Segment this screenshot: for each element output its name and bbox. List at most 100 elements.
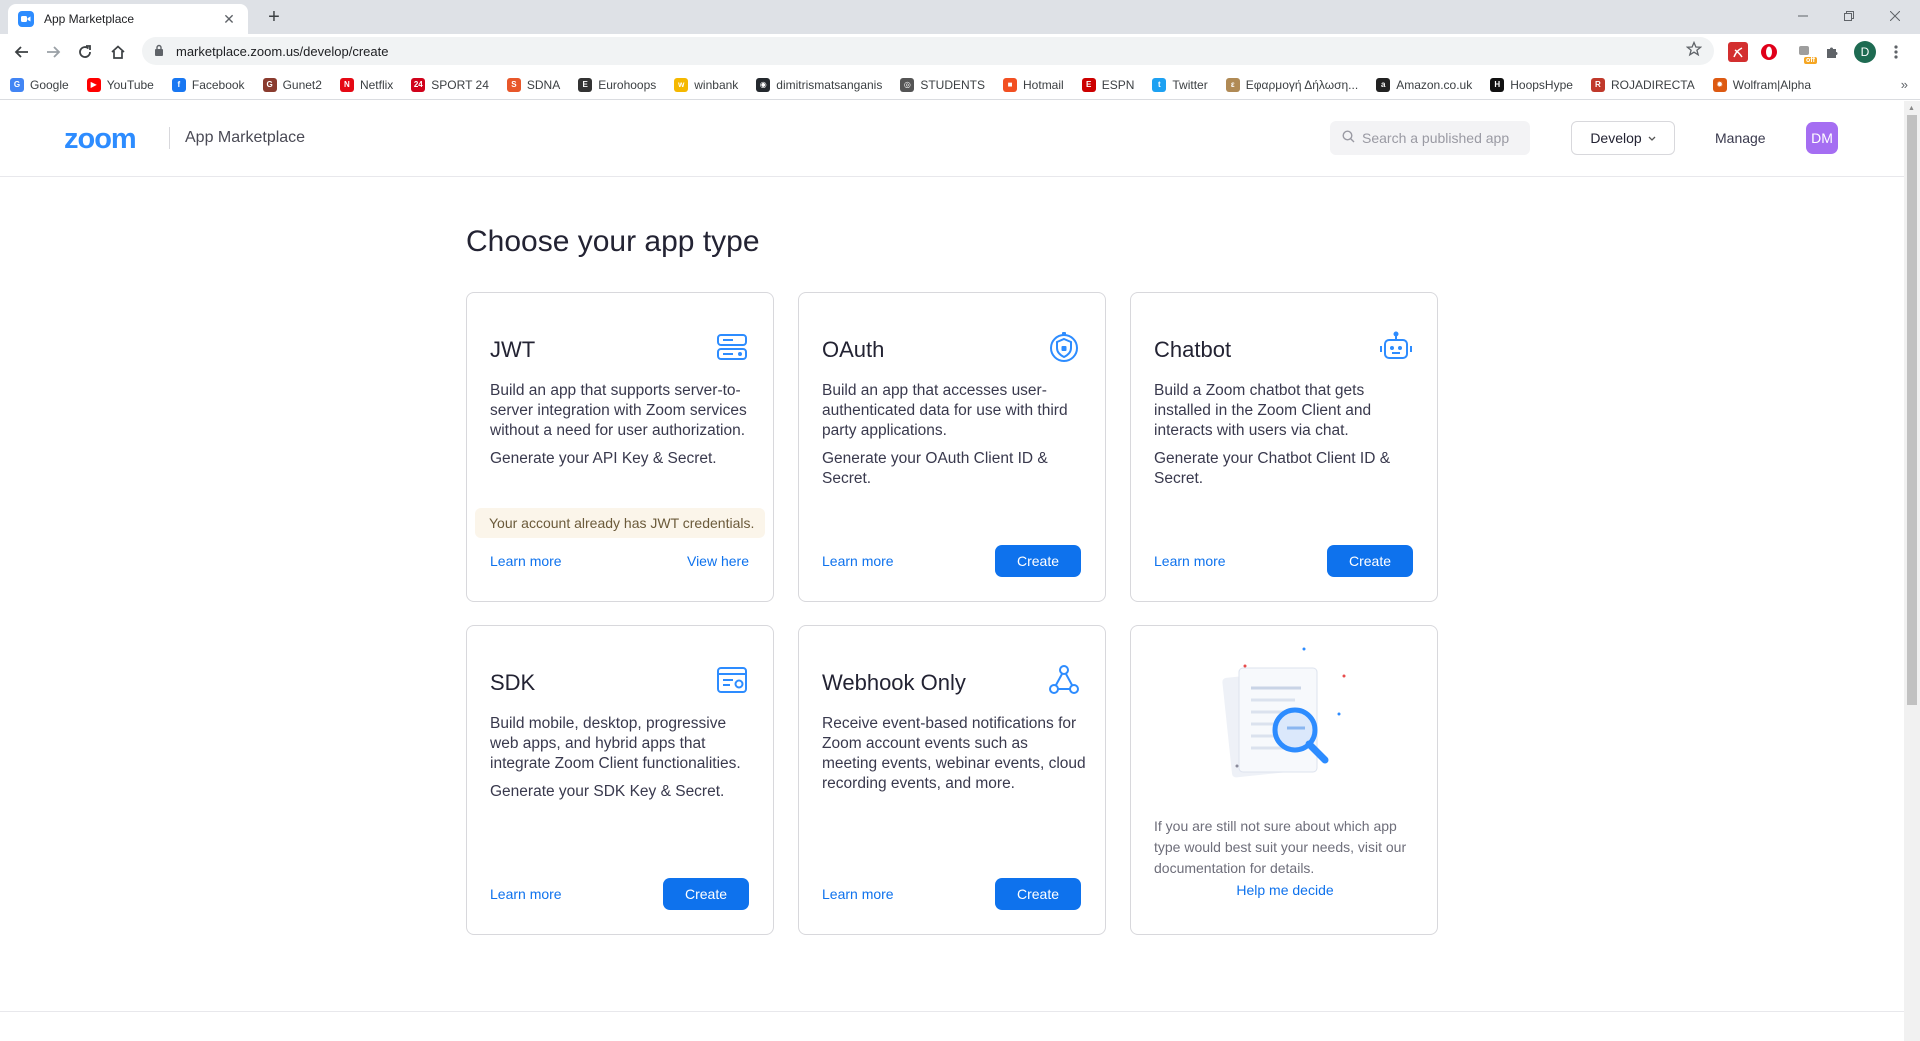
bookmark-item[interactable]: H HoopsHype xyxy=(1490,77,1573,92)
sdk-card: SDK Build mobile, desktop, progressive w… xyxy=(466,625,774,935)
bookmark-favicon-icon: f xyxy=(171,77,186,92)
bookmark-item[interactable]: E Eurohoops xyxy=(578,77,657,92)
bookmark-item[interactable]: ◎ STUDENTS xyxy=(900,77,985,92)
opera-extension-icon[interactable] xyxy=(1759,42,1779,62)
card-desc-text: Build mobile, desktop, progressive web a… xyxy=(490,715,741,772)
bookmark-item[interactable]: a Amazon.co.uk xyxy=(1376,77,1472,92)
create-webhook-button[interactable]: Create xyxy=(995,878,1081,910)
bookmark-item[interactable]: ε Εφαρμογή Δήλωση... xyxy=(1225,77,1358,92)
browser-tabstrip: App Marketplace ✕ + xyxy=(0,0,1920,34)
learn-more-link[interactable]: Learn more xyxy=(822,553,894,569)
zoom-logo[interactable]: zoom xyxy=(64,123,137,156)
bookmark-favicon-icon: ▶ xyxy=(86,77,101,92)
bookmark-item[interactable]: t Twitter xyxy=(1152,77,1208,92)
bookmark-favicon-icon: R xyxy=(1590,77,1605,92)
card-description: Build a Zoom chatbot that gets installed… xyxy=(1154,381,1419,489)
bookmark-label: Eurohoops xyxy=(598,77,657,92)
bookmark-item[interactable]: R ROJADIRECTA xyxy=(1590,77,1695,92)
window-close-icon[interactable] xyxy=(1872,4,1918,28)
address-bar[interactable]: marketplace.zoom.us/develop/create xyxy=(142,37,1714,65)
bookmark-label: SDNA xyxy=(526,77,561,92)
restore-icon[interactable] xyxy=(1826,4,1872,28)
jwt-card: JWT Build an app that supports server-to… xyxy=(466,292,774,602)
page-title: Choose your app type xyxy=(466,225,760,258)
bookmark-item[interactable]: w winbank xyxy=(674,77,739,92)
tab-close-icon[interactable]: ✕ xyxy=(220,11,238,28)
scrollbar-thumb[interactable] xyxy=(1907,115,1917,705)
bookmark-favicon-icon: w xyxy=(674,77,689,92)
bookmark-favicon-icon: H xyxy=(1490,77,1505,92)
bookmark-favicon-icon: a xyxy=(1376,77,1391,92)
browser-toolbar: marketplace.zoom.us/develop/create off D xyxy=(0,34,1920,70)
new-tab-button[interactable]: + xyxy=(262,6,286,29)
extensions-puzzle-icon[interactable] xyxy=(1822,42,1842,62)
app-marketplace-title[interactable]: App Marketplace xyxy=(185,129,305,147)
search-input[interactable] xyxy=(1362,130,1522,146)
bookmark-item[interactable]: S SDNA xyxy=(506,77,561,92)
webhook-icon xyxy=(1047,663,1081,697)
create-sdk-button[interactable]: Create xyxy=(663,878,749,910)
bookmark-item[interactable]: ✹ Wolfram|Alpha xyxy=(1712,77,1811,92)
avatar[interactable]: DM xyxy=(1806,122,1838,154)
bookmark-star-icon[interactable] xyxy=(1685,40,1703,62)
more-bookmarks-icon[interactable]: » xyxy=(1901,77,1908,92)
home-icon[interactable] xyxy=(106,40,130,64)
page-scrollbar[interactable]: ▲ xyxy=(1904,101,1920,1041)
bookmark-label: HoopsHype xyxy=(1510,77,1573,92)
create-chatbot-button[interactable]: Create xyxy=(1327,545,1413,577)
extension-badge: off xyxy=(1804,57,1817,64)
oauth-card: OAuth Build an app that accesses user-au… xyxy=(798,292,1106,602)
chatbot-card: Chatbot Build a Zoom chatbot that gets i… xyxy=(1130,292,1438,602)
scroll-up-icon[interactable]: ▲ xyxy=(1908,105,1915,112)
bookmark-label: Google xyxy=(30,77,69,92)
bookmark-favicon-icon: t xyxy=(1152,77,1167,92)
card-title: SDK xyxy=(490,670,536,695)
bookmark-favicon-icon: 24 xyxy=(411,77,426,92)
bookmark-favicon-icon: ε xyxy=(1225,77,1240,92)
bookmark-item[interactable]: ◉ dimitrismatsanganis xyxy=(756,77,882,92)
card-desc-text: Build a Zoom chatbot that gets installed… xyxy=(1154,382,1372,439)
robot-icon xyxy=(1379,330,1413,364)
ad-blocker-extension-icon[interactable]: off xyxy=(1791,42,1817,64)
back-icon[interactable] xyxy=(10,40,34,64)
help-me-decide-link[interactable]: Help me decide xyxy=(1131,882,1439,898)
view-here-link[interactable]: View here xyxy=(687,553,749,569)
profile-avatar[interactable]: D xyxy=(1854,41,1876,63)
create-oauth-button[interactable]: Create xyxy=(995,545,1081,577)
reload-icon[interactable] xyxy=(73,40,97,64)
forward-icon[interactable] xyxy=(41,40,65,64)
bookmark-item[interactable]: f Facebook xyxy=(171,77,245,92)
card-title: Webhook Only xyxy=(822,670,966,695)
lock-icon xyxy=(154,44,164,59)
bookmark-favicon-icon: ✹ xyxy=(1712,77,1727,92)
bookmark-label: Gunet2 xyxy=(282,77,322,92)
bookmark-item[interactable]: G Gunet2 xyxy=(262,77,322,92)
bookmark-label: Wolfram|Alpha xyxy=(1732,77,1811,92)
shield-lock-icon xyxy=(1047,330,1081,364)
search-box[interactable] xyxy=(1330,121,1530,155)
develop-label: Develop xyxy=(1590,130,1642,146)
bookmark-label: Hotmail xyxy=(1023,77,1064,92)
bookmark-item[interactable]: G Google xyxy=(10,77,69,92)
bookmark-item[interactable]: ■ Hotmail xyxy=(1003,77,1064,92)
browser-tab[interactable]: App Marketplace ✕ xyxy=(8,4,248,34)
bookmark-item[interactable]: N Netflix xyxy=(339,77,393,92)
pdf-extension-icon[interactable] xyxy=(1728,42,1748,62)
bookmark-label: SPORT 24 xyxy=(431,77,489,92)
bookmark-favicon-icon: ■ xyxy=(1003,77,1018,92)
bookmark-item[interactable]: 24 SPORT 24 xyxy=(411,77,489,92)
minimize-icon[interactable] xyxy=(1780,4,1826,28)
learn-more-link[interactable]: Learn more xyxy=(1154,553,1226,569)
learn-more-link[interactable]: Learn more xyxy=(490,553,562,569)
manage-link[interactable]: Manage xyxy=(1715,130,1766,146)
bookmark-label: winbank xyxy=(694,77,739,92)
browser-menu-icon[interactable] xyxy=(1886,42,1906,62)
develop-dropdown[interactable]: Develop xyxy=(1571,121,1675,155)
card-description: Build mobile, desktop, progressive web a… xyxy=(490,714,755,802)
chevron-down-icon xyxy=(1648,133,1656,143)
learn-more-link[interactable]: Learn more xyxy=(822,886,894,902)
bookmark-item[interactable]: E ESPN xyxy=(1081,77,1134,92)
bookmark-favicon-icon: G xyxy=(10,77,24,92)
bookmark-item[interactable]: ▶ YouTube xyxy=(86,77,154,92)
learn-more-link[interactable]: Learn more xyxy=(490,886,562,902)
